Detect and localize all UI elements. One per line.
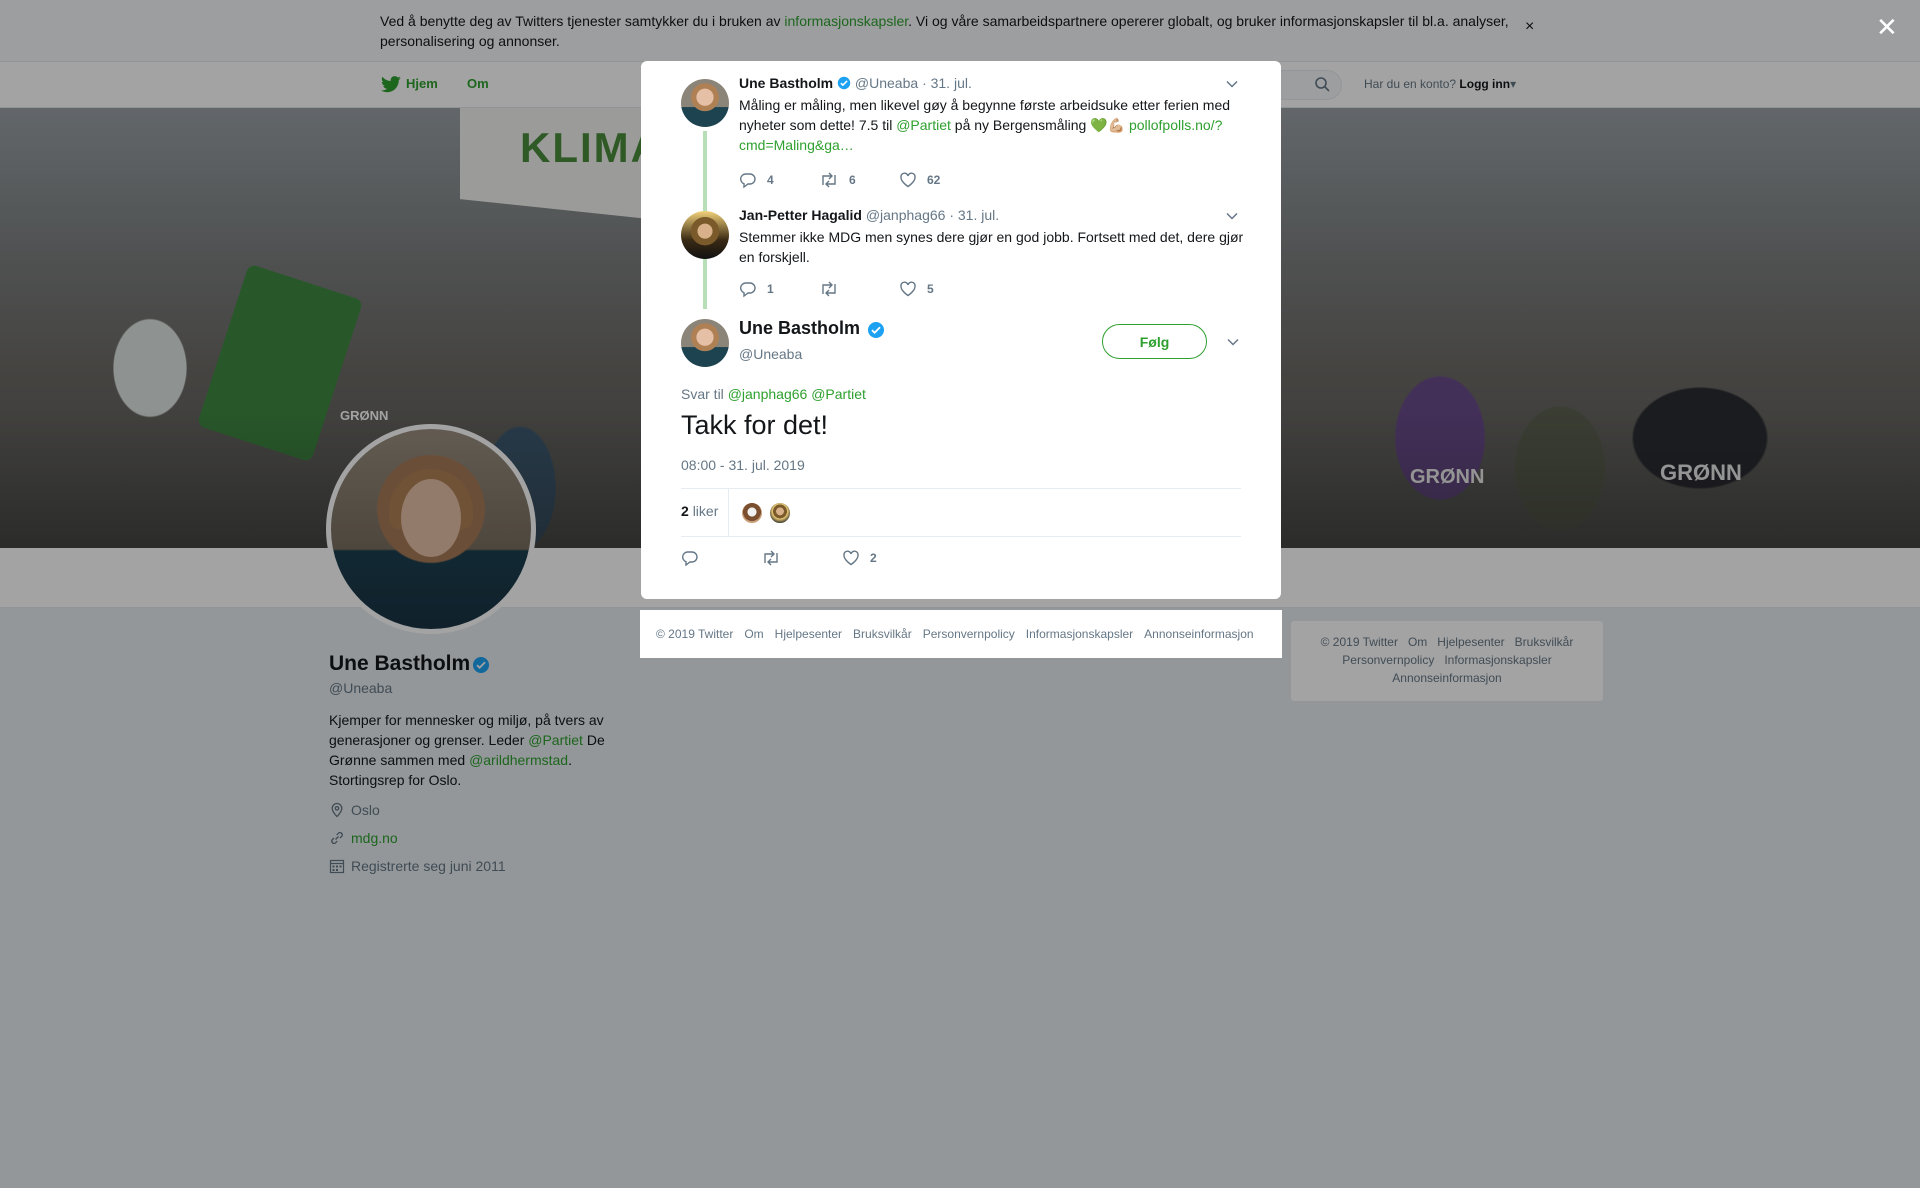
reply-mention-janphag66[interactable]: @janphag66	[728, 386, 808, 402]
tweet1-header: Une Bastholm @Uneaba · 31. jul.	[739, 75, 972, 91]
thread-line	[703, 263, 707, 309]
main-tweet-text: Takk for det!	[681, 410, 829, 440]
retweet-button[interactable]	[761, 549, 781, 567]
footer-link-about[interactable]: Om	[744, 627, 763, 641]
tweet2-avatar[interactable]	[681, 211, 729, 259]
reply-icon	[740, 282, 756, 298]
divider	[728, 489, 729, 537]
liker-avatar[interactable]	[769, 502, 791, 524]
chevron-down-icon[interactable]	[1225, 209, 1239, 223]
verified-icon	[837, 76, 851, 90]
liker-avatar[interactable]	[741, 502, 763, 524]
like-button[interactable]: 5	[899, 280, 934, 298]
footer-link-privacy[interactable]: Personvernpolicy	[923, 627, 1015, 641]
tweet1-handle[interactable]: @Uneaba	[855, 75, 918, 91]
chevron-down-icon[interactable]	[1225, 77, 1239, 91]
tweet1-date[interactable]: · 31. jul.	[922, 75, 972, 91]
verified-icon	[868, 322, 884, 338]
reply-icon	[682, 551, 698, 567]
heart-icon	[843, 550, 859, 566]
chevron-down-icon[interactable]	[1226, 335, 1240, 349]
modal-footer: © 2019 Twitter Om Hjelpesenter Bruksvilk…	[640, 610, 1282, 658]
tweet1-actions: 4 6 62	[739, 171, 1039, 191]
retweet-icon	[822, 281, 836, 297]
tweet2-handle[interactable]: @janphag66	[866, 207, 946, 223]
tweet2-header: Jan-Petter Hagalid @janphag66 · 31. jul.	[739, 207, 999, 223]
footer-link-help[interactable]: Hjelpesenter	[775, 627, 842, 641]
reply-mention-partiet[interactable]: @Partiet	[811, 386, 866, 402]
footer-link-terms[interactable]: Bruksvilkår	[853, 627, 912, 641]
reply-button[interactable]: 4	[739, 171, 774, 189]
tweet1-avatar[interactable]	[681, 79, 729, 127]
main-tweet-avatar[interactable]	[681, 319, 729, 367]
tweet2-date[interactable]: · 31. jul.	[949, 207, 999, 223]
tweet2-name[interactable]: Jan-Petter Hagalid	[739, 207, 862, 223]
main-tweet-name[interactable]: Une Bastholm	[739, 318, 860, 339]
main-tweet-actions: 2	[681, 549, 981, 569]
follow-button[interactable]: Følg	[1102, 324, 1207, 359]
heart-icon	[900, 281, 916, 297]
likes-summary: 2 liker	[681, 488, 1241, 537]
heart-icon	[900, 172, 916, 188]
reply-context: Svar til @janphag66 @Partiet	[681, 386, 866, 402]
retweet-icon	[822, 172, 836, 188]
reply-button[interactable]	[681, 549, 699, 567]
close-modal-button[interactable]: ✕	[1876, 12, 1898, 43]
tweet1-name[interactable]: Une Bastholm	[739, 75, 833, 91]
like-button[interactable]: 62	[899, 171, 940, 189]
reply-button[interactable]: 1	[739, 280, 774, 298]
main-tweet-handle[interactable]: @Uneaba	[739, 346, 802, 362]
reply-icon	[740, 173, 756, 189]
retweet-button[interactable]	[819, 280, 849, 298]
main-tweet-timestamp[interactable]: 08:00 - 31. jul. 2019	[681, 457, 805, 473]
footer-copyright: © 2019 Twitter	[656, 627, 734, 641]
footer-link-cookies[interactable]: Informasjonskapsler	[1026, 627, 1133, 641]
tweet1-text: Måling er måling, men likevel gøy å begy…	[739, 97, 1231, 153]
tweet2-actions: 1 5	[739, 280, 1039, 300]
retweet-button[interactable]: 6	[819, 171, 856, 189]
likes-count[interactable]: 2 liker	[681, 503, 718, 519]
like-button[interactable]: 2	[842, 549, 877, 567]
tweet1-mention[interactable]: @Partiet	[896, 117, 951, 133]
footer-link-ads[interactable]: Annonseinformasjon	[1144, 627, 1253, 641]
tweet2-text: Stemmer ikke MDG men synes dere gjør en …	[739, 229, 1244, 265]
retweet-icon	[764, 550, 778, 566]
